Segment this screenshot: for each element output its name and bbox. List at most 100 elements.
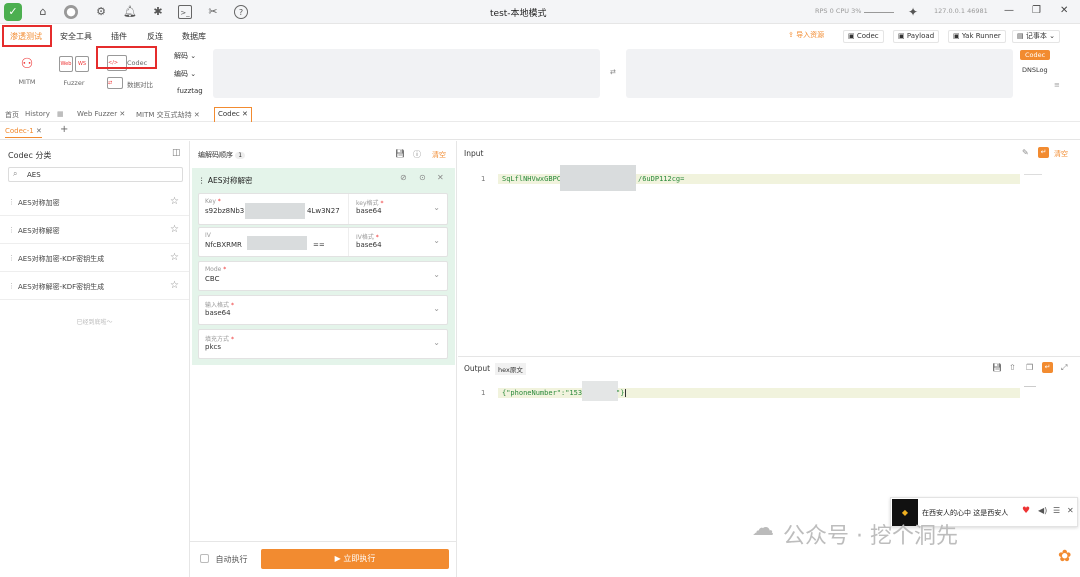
engine-address: 127.0.0.1 46981 bbox=[934, 7, 988, 15]
hex-raw-tag[interactable]: hex原文 bbox=[495, 363, 526, 375]
clear-sequence-button[interactable]: 清空 bbox=[432, 150, 446, 160]
chevron-down-icon: ⌄ bbox=[433, 203, 440, 212]
menu-database[interactable]: 数据库 bbox=[182, 31, 206, 42]
tools-icon[interactable]: ✂ bbox=[206, 5, 220, 19]
tab-history[interactable]: History bbox=[25, 110, 50, 118]
mitm-tool[interactable]: ⚇ MITM bbox=[12, 56, 42, 86]
list-item[interactable]: ⋮ AES对称解密 ☆ bbox=[0, 216, 189, 244]
side-codec-button[interactable]: Codec bbox=[1020, 50, 1051, 60]
subtab-codec-1[interactable]: Codec-1 ✕ bbox=[5, 127, 42, 138]
close-icon[interactable]: ✕ bbox=[1060, 5, 1068, 16]
volume-icon[interactable]: ◀) bbox=[1038, 506, 1047, 515]
close-popup-icon[interactable]: ✕ bbox=[1067, 506, 1074, 515]
menu-reverse[interactable]: 反连 bbox=[147, 31, 163, 42]
yak-runner-button[interactable]: ▣ Yak Runner bbox=[948, 30, 1006, 43]
star-icon[interactable]: ☆ bbox=[170, 196, 179, 207]
swap-icon[interactable]: ⇄ bbox=[610, 68, 616, 76]
output-header: Output hex原文 💾︎ ⇧ ❐ ↵ ⤢ bbox=[458, 358, 1080, 378]
minimap bbox=[1024, 386, 1036, 387]
tab-home[interactable]: 首页 bbox=[5, 110, 19, 120]
help-icon[interactable]: ? bbox=[234, 5, 248, 19]
save-output-icon[interactable]: 💾︎ bbox=[992, 363, 1002, 372]
toggle-icon[interactable]: ⊙ bbox=[419, 173, 426, 182]
footer-divider bbox=[190, 541, 456, 542]
minimize-icon[interactable]: — bbox=[1004, 5, 1014, 16]
key-format-select[interactable]: key格式 * base64 ⌄ bbox=[350, 194, 447, 224]
star-icon[interactable]: ☆ bbox=[170, 280, 179, 291]
watermark-text: 公众号 · 挖个洞先 bbox=[783, 524, 958, 549]
fuzztag-button[interactable]: fuzztag bbox=[177, 87, 203, 95]
fuzzer-tool[interactable]: Web WS Fuzzer bbox=[52, 56, 96, 87]
run-now-button[interactable]: ▶ 立即执行 bbox=[261, 549, 449, 569]
import-resource-button[interactable]: ⇪ 导入资源 bbox=[784, 30, 828, 43]
input-editor[interactable]: 1 SqLflNHVwxGBPC /6uDP112cg= bbox=[458, 163, 1080, 356]
playlist-icon[interactable]: ☰ bbox=[1053, 506, 1060, 515]
menu-plugins[interactable]: 插件 bbox=[111, 31, 127, 42]
list-end-text: 已经到底啦～ bbox=[76, 319, 113, 326]
notebook-button[interactable]: ▤ 记事本 ⌄ bbox=[1012, 30, 1060, 43]
home-icon[interactable]: ⌂ bbox=[36, 5, 50, 19]
tab-grid-icon[interactable]: ▦ bbox=[57, 110, 64, 118]
add-tab-icon[interactable]: + bbox=[60, 124, 68, 135]
tab-codec[interactable]: Codec ✕ bbox=[214, 107, 252, 122]
star-icon[interactable]: ☆ bbox=[170, 252, 179, 263]
payload-tool-button[interactable]: ▣ Payload bbox=[893, 30, 940, 43]
wrap-output-icon[interactable]: ↵ bbox=[1042, 362, 1053, 373]
gear-icon[interactable]: ⚙ bbox=[94, 5, 108, 19]
save-icon[interactable]: 💾︎ bbox=[395, 149, 405, 158]
list-item[interactable]: ⋮ AES对称加密 ☆ bbox=[0, 188, 189, 216]
compare-tool[interactable]: ⇄ 数据对比 bbox=[107, 77, 162, 89]
auto-run-checkbox[interactable]: 自动执行 bbox=[200, 554, 248, 565]
list-item[interactable]: ⋮ AES对称解密-KDF密钥生成 ☆ bbox=[0, 272, 189, 300]
mode-select[interactable]: Mode * CBC ⌄ bbox=[198, 261, 448, 291]
input-title: Input bbox=[464, 149, 484, 158]
chevron-down-icon: ⌄ bbox=[433, 338, 440, 347]
iv-field[interactable]: IV NfcBXRMR == bbox=[199, 228, 349, 256]
info-icon[interactable]: ⓘ bbox=[413, 149, 421, 160]
disable-icon[interactable]: ⊘ bbox=[400, 173, 407, 182]
clear-input-button[interactable]: 清空 bbox=[1054, 149, 1068, 159]
drag-handle-icon: ⋮ bbox=[8, 198, 15, 206]
star-icon[interactable]: ☆ bbox=[170, 224, 179, 235]
card-title: ⋮ AES对称解密 bbox=[198, 176, 253, 185]
codec-category-panel: Codec 分类 ◫ ⌕ AES ⋮ AES对称加密 ☆ ⋮ AES对称解密 ☆… bbox=[0, 141, 190, 577]
edit-icon[interactable]: ✎ bbox=[1022, 148, 1029, 157]
wrap-text-icon[interactable]: ↵ bbox=[1038, 147, 1049, 158]
upload-icon[interactable]: ⇧ bbox=[1009, 363, 1016, 372]
wrap-icon[interactable]: ≡ bbox=[1054, 81, 1060, 89]
tab-web-fuzzer[interactable]: Web Fuzzer ✕ bbox=[77, 110, 125, 118]
terminal-icon[interactable]: >_ bbox=[178, 5, 192, 19]
key-row: Key * s92bz8Nb3 4Lw3N27 key格式 * base64 ⌄ bbox=[198, 193, 448, 225]
copy-icon[interactable]: ❐ bbox=[1026, 363, 1033, 372]
compare-icon: ⇄ bbox=[107, 77, 123, 89]
collapse-icon[interactable]: ◫ bbox=[172, 148, 181, 158]
dnslog-button[interactable]: DNSLog bbox=[1022, 66, 1048, 74]
remove-icon[interactable]: ✕ bbox=[437, 173, 444, 182]
input-format-select[interactable]: 输入格式 * base64 ⌄ bbox=[198, 295, 448, 325]
heart-icon[interactable]: ♥ bbox=[1022, 506, 1030, 516]
list-item[interactable]: ⋮ AES对称加密-KDF密钥生成 ☆ bbox=[0, 244, 189, 272]
menu-security-tools[interactable]: 安全工具 bbox=[60, 31, 92, 42]
decode-dropdown[interactable]: 解码 ⌄ bbox=[174, 51, 196, 61]
maximize-icon[interactable]: ❐ bbox=[1032, 5, 1041, 16]
iv-format-select[interactable]: IV格式 * base64 ⌄ bbox=[350, 228, 447, 256]
codec-tool-button[interactable]: ▣ Codec bbox=[843, 30, 884, 43]
quick-input-area[interactable] bbox=[213, 49, 600, 98]
padding-select[interactable]: 填充方式 * pkcs ⌄ bbox=[198, 329, 448, 359]
key-field[interactable]: Key * s92bz8Nb3 4Lw3N27 bbox=[199, 194, 349, 224]
encode-dropdown[interactable]: 编码 ⌄ bbox=[174, 69, 196, 79]
bell-icon[interactable]: 🔔︎ bbox=[123, 5, 137, 19]
method-search-input[interactable]: ⌕ AES bbox=[8, 167, 183, 182]
tab-mitm[interactable]: MITM 交互式劫持 ✕ bbox=[136, 110, 200, 120]
fullscreen-icon[interactable]: ⤢ bbox=[1061, 363, 1067, 373]
bug-icon[interactable]: ✱ bbox=[151, 5, 165, 19]
shield-icon[interactable]: ✓ bbox=[4, 3, 22, 21]
main-menu: 渗透测试 安全工具 插件 反连 数据库 ⇪ 导入资源 ▣ Codec ▣ Pay… bbox=[0, 26, 1080, 46]
play-icon: ▶ bbox=[334, 554, 341, 563]
user-icon[interactable]: ● bbox=[64, 5, 78, 19]
puzzle-icon[interactable]: ✦ bbox=[906, 5, 920, 19]
chevron-down-icon: ⌄ bbox=[433, 236, 440, 245]
output-editor[interactable]: 1 {"phoneNumber":"153 "} bbox=[458, 378, 1080, 498]
codec-sequence-panel: 编解码顺序 1 💾︎ ⓘ 清空 ⋮ AES对称解密 ⊘ ⊙ ✕ Key * s9… bbox=[190, 141, 457, 577]
quick-output-area[interactable] bbox=[626, 49, 1013, 98]
